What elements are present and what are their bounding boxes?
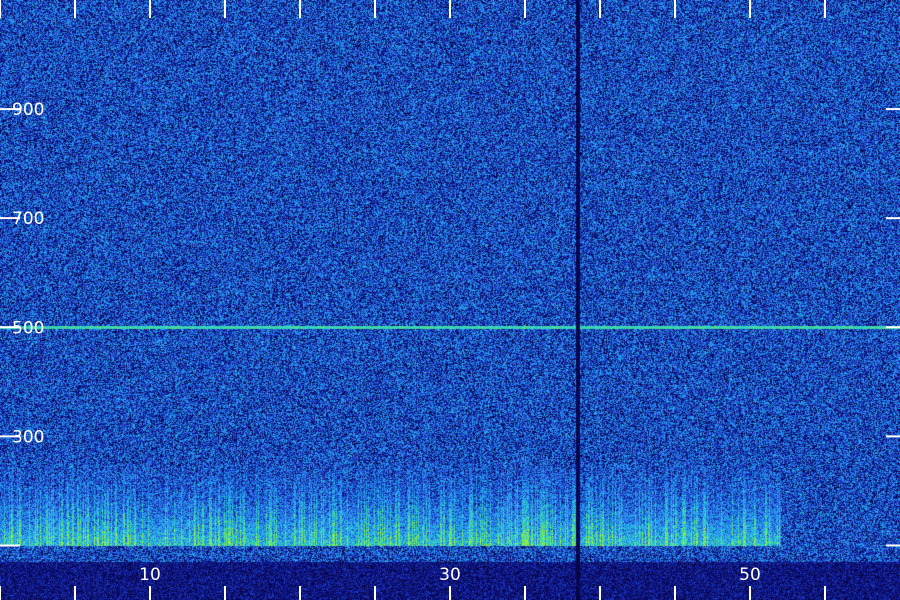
y-tick-label: 300	[12, 427, 44, 447]
x-tick-label: 10	[139, 565, 161, 585]
axes-overlay: 10 30 50 300 500 700 900	[0, 0, 900, 600]
y-tick-label: 900	[12, 100, 44, 120]
x-tick-label: 50	[739, 565, 761, 585]
tick-marks	[0, 0, 900, 600]
tick-labels: 10 30 50 300 500 700 900	[12, 100, 761, 585]
y-tick-label: 700	[12, 209, 44, 229]
x-tick-label: 30	[439, 565, 461, 585]
y-tick-label: 500	[12, 318, 44, 338]
